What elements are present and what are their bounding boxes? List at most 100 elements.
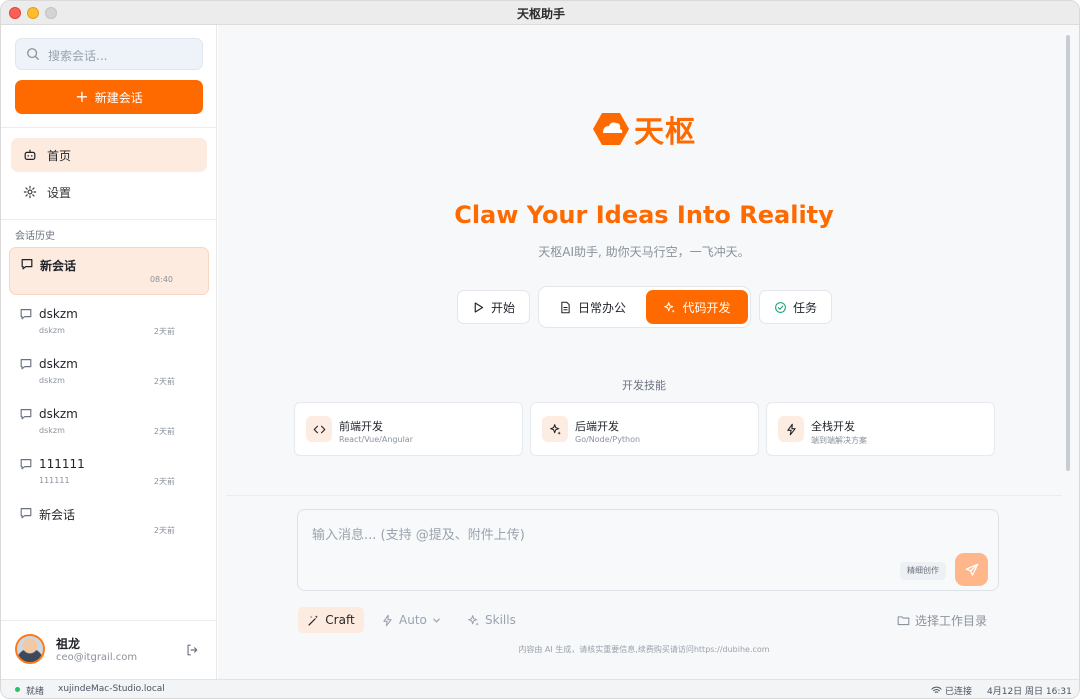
skill-desc: Go/Node/Python [575, 435, 641, 444]
craft-mode-button[interactable]: Craft [298, 607, 364, 633]
skill-card-backend[interactable]: 后端开发 Go/Node/Python [530, 402, 759, 456]
app-window: 天枢助手 搜索会话... + 新建会话 首页 设置 会话历史 新会话 08:40 [0, 0, 1080, 699]
divider [226, 495, 1062, 496]
title-bar: 天枢助手 [1, 1, 1079, 25]
divider [1, 620, 217, 621]
refine-toggle[interactable]: 精细创作 [900, 562, 946, 580]
status-text: 就绪 [26, 687, 45, 697]
chat-bubble-icon [20, 409, 32, 420]
user-email: ceo@itgrail.com [56, 652, 138, 663]
lightning-icon [383, 614, 392, 626]
status-dot [15, 687, 20, 692]
search-icon [27, 48, 39, 60]
conversation-item[interactable]: 新会话 2天前 [9, 497, 209, 545]
conversation-subtitle: dskzm [39, 426, 65, 435]
magic-wand-icon [308, 614, 319, 626]
chat-bubble-icon [20, 459, 32, 470]
mode-label: 代码开发 [682, 300, 731, 315]
conversation-item[interactable]: dskzm dskzm 2天前 [9, 298, 209, 346]
skill-card-fullstack[interactable]: 全栈开发 端到端解决方案 [766, 402, 995, 456]
logo-text: 天枢 [634, 115, 696, 150]
conversation-title: dskzm [39, 407, 78, 421]
document-icon [561, 301, 570, 313]
mode-office-button[interactable]: 日常办公 [545, 290, 640, 324]
gear-icon [23, 185, 37, 199]
conversation-title: 111111 [39, 457, 85, 471]
sidebar-item-settings[interactable]: 设置 [11, 175, 207, 209]
plus-icon: + [75, 87, 89, 106]
send-icon [965, 563, 978, 576]
message-placeholder: 输入消息... (支持 @提及、附件上传) [312, 528, 525, 543]
conversation-title: 新会话 [39, 508, 76, 522]
logo-mark-icon [593, 113, 629, 145]
select-workdir-button[interactable]: 选择工作目录 [897, 607, 987, 633]
hero-title: Claw Your Ideas Into Reality [454, 201, 834, 229]
sparkle-icon [468, 614, 479, 626]
conversation-title: 新会话 [40, 259, 77, 273]
auto-label: Auto [399, 613, 427, 627]
conversation-subtitle: dskzm [39, 376, 65, 385]
conversation-title: dskzm [39, 357, 78, 371]
lightning-icon [786, 423, 796, 435]
conversation-subtitle: dskzm [39, 326, 65, 335]
skill-name: 后端开发 [575, 420, 619, 433]
avatar[interactable] [15, 634, 45, 664]
conversation-time: 2天前 [153, 477, 175, 486]
craft-label: Craft [325, 613, 355, 627]
message-input[interactable]: 输入消息... (支持 @提及、附件上传) 精细创作 [297, 509, 999, 591]
main-panel: 天枢 Claw Your Ideas Into Reality 天枢AI助手, … [218, 25, 1079, 679]
datetime: 4月12日 周日 16:31 [987, 687, 1072, 697]
user-name: 祖龙 [56, 637, 81, 651]
conversation-item[interactable]: dskzm dskzm 2天前 [9, 398, 209, 446]
divider [1, 219, 217, 220]
skill-card-frontend[interactable]: 前端开发 React/Vue/Angular [294, 402, 523, 456]
chevron-down-icon [433, 618, 440, 623]
status-bar: 就绪 xujindeMac-Studio.local 已连接 4月12日 周日 … [1, 679, 1079, 698]
mode-task-button[interactable]: 任务 [759, 290, 832, 324]
connection-status: 已连接 [945, 687, 973, 697]
mode-code-button[interactable]: 代码开发 [646, 290, 748, 324]
logo: 天枢 [592, 111, 696, 150]
conversation-item[interactable]: dskzm dskzm 2天前 [9, 348, 209, 396]
search-input[interactable]: 搜索会话... [15, 38, 203, 70]
auto-mode-select[interactable]: Auto [381, 607, 441, 633]
skills-button[interactable]: Skills [467, 607, 516, 633]
sidebar: 搜索会话... + 新建会话 首页 设置 会话历史 新会话 08:40 dskz… [1, 25, 217, 679]
sidebar-item-label: 设置 [47, 185, 72, 200]
sidebar-item-home[interactable]: 首页 [11, 138, 207, 172]
conversation-item[interactable]: 新会话 08:40 [9, 247, 209, 295]
search-placeholder: 搜索会话... [48, 49, 108, 63]
mode-label: 任务 [792, 300, 817, 315]
send-button[interactable] [955, 553, 988, 586]
skill-desc: 端到端解决方案 [811, 436, 867, 445]
window-title: 天枢助手 [516, 7, 565, 21]
wifi-icon [931, 686, 942, 693]
sidebar-item-label: 首页 [47, 148, 72, 163]
mode-start-button[interactable]: 开始 [457, 290, 530, 324]
conversation-subtitle: 111111 [39, 476, 70, 485]
host-name: xujindeMac-Studio.local [58, 684, 165, 694]
conversation-time: 2天前 [153, 327, 175, 336]
skill-desc: React/Vue/Angular [339, 435, 413, 444]
new-chat-button[interactable]: + 新建会话 [15, 80, 203, 114]
conversation-time: 2天前 [153, 427, 175, 436]
skill-icon-box [306, 416, 332, 442]
divider [1, 127, 217, 128]
chat-bubble-icon [20, 508, 32, 519]
conversation-title: dskzm [39, 307, 78, 321]
skill-name: 前端开发 [339, 420, 383, 433]
conversation-time: 2天前 [153, 526, 175, 535]
disclaimer-text: 内容由 AI 生成，请核实重要信息,续费购买请访问https://dubihe.… [518, 645, 770, 654]
logout-icon[interactable] [185, 643, 199, 657]
conversation-item[interactable]: 111111 111111 2天前 [9, 448, 209, 496]
chat-bubble-icon [21, 259, 33, 270]
chat-bubble-icon [20, 359, 32, 370]
skill-icon-box [542, 416, 568, 442]
code-icon [313, 425, 325, 433]
folder-icon [897, 615, 910, 625]
skills-heading: 开发技能 [622, 379, 666, 392]
mode-label: 日常办公 [577, 300, 626, 315]
sparkle-icon [664, 301, 676, 313]
history-heading: 会话历史 [15, 231, 55, 242]
hero-subtitle: 天枢AI助手, 助你天马行空，一飞冲天。 [538, 245, 750, 259]
